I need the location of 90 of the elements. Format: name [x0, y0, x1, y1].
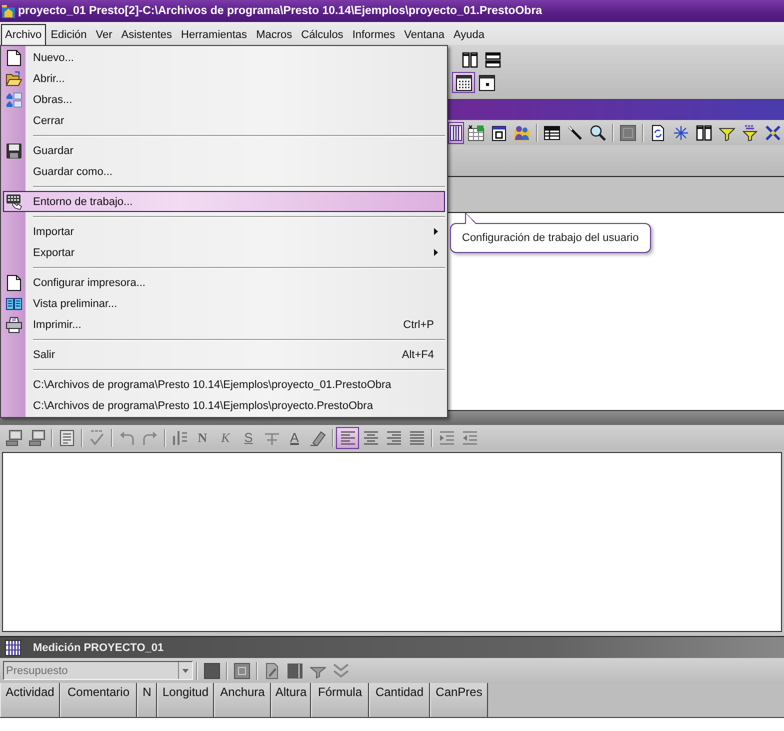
two-pages-icon	[6, 296, 22, 312]
menu-item[interactable]: Guardar	[3, 140, 445, 161]
column-header[interactable]: Anchura	[214, 683, 271, 717]
justify-icon	[408, 430, 424, 446]
buildings-icon	[6, 92, 22, 108]
column-header[interactable]: Cantidad	[369, 683, 430, 717]
people-icon	[514, 124, 530, 140]
window-title: proyecto_01 Presto[2]-C:\Archivos de programa\Presto 10.14\Ejemplos\proyecto_01.PrestoObra	[18, 5, 542, 17]
font-size-icon	[172, 430, 188, 446]
menu-item[interactable]: Abrir...	[3, 68, 445, 89]
menu-item[interactable]: Nuevo...	[3, 47, 445, 68]
square-icon	[204, 662, 220, 678]
menu-item[interactable]: Salir Alt+F4	[3, 344, 445, 365]
table-icon	[544, 124, 560, 140]
undo-icon	[118, 430, 134, 446]
menu-bar-item[interactable]: Herramientas	[177, 24, 252, 45]
caret-icon	[182, 668, 189, 672]
computer-icon	[6, 430, 22, 446]
column-header[interactable]: Fórmula	[311, 683, 369, 717]
edit-document-icon	[264, 662, 280, 678]
menu-item[interactable]: Cerrar	[3, 110, 445, 131]
menu-item[interactable]: Imprimir... Ctrl+P	[3, 314, 445, 335]
menu-bar-item[interactable]: Informes	[348, 24, 400, 45]
align-right-icon	[386, 430, 402, 446]
window-icon	[478, 74, 494, 90]
folder-icon	[6, 70, 22, 86]
menu-bar-item[interactable]: Ayuda	[449, 24, 488, 45]
two-columns-icon	[696, 124, 712, 140]
toolbar-button[interactable]	[452, 72, 475, 93]
column-header[interactable]: CanPres	[430, 683, 488, 717]
square-tile-icon	[620, 124, 636, 140]
menu-item[interactable]: Entorno de trabajo...	[3, 191, 445, 212]
submenu-arrow-icon	[434, 249, 438, 256]
menu-item[interactable]: Configurar impresora...	[3, 272, 445, 293]
menu-item[interactable]: Importar	[3, 221, 445, 242]
panel-title: Medición PROYECTO_01	[33, 642, 164, 654]
keyboard-icon	[6, 194, 22, 210]
two-rows-icon	[484, 52, 500, 68]
spreadsheet-icon	[468, 124, 484, 140]
indent-icon	[438, 430, 454, 446]
menu-bar-item[interactable]: Macros	[252, 24, 296, 45]
page-icon	[6, 50, 22, 66]
page-icon	[6, 274, 22, 290]
align-center-icon	[362, 430, 378, 446]
shortcut-label: Alt+F4	[402, 348, 434, 360]
document-refresh-icon	[650, 124, 666, 140]
highlighter-icon	[310, 430, 326, 446]
menu-bar-item[interactable]: Archivo	[1, 24, 46, 45]
menu-item[interactable]: Guardar como...	[3, 161, 445, 182]
column-bars-icon	[450, 124, 462, 140]
app-icon	[2, 4, 15, 18]
column-header[interactable]: Altura	[271, 683, 311, 717]
document-icon	[58, 430, 74, 446]
grid-icon	[5, 640, 21, 656]
cross-icon	[764, 124, 780, 140]
menu-item[interactable]: C:\Archivos de programa\Presto 10.14\Ejemplos\proyecto_01.PrestoObra	[3, 374, 445, 395]
panel-icon	[286, 662, 302, 678]
column-header[interactable]: Actividad	[0, 683, 60, 717]
spellcheck-icon	[88, 430, 104, 446]
search-icon	[590, 124, 606, 140]
column-header[interactable]: Comentario	[60, 683, 137, 717]
printer-icon	[6, 316, 22, 332]
double-chevron-icon	[332, 662, 348, 678]
computer-icon	[28, 430, 44, 446]
column-header[interactable]: N	[137, 683, 157, 717]
menu-bar-item[interactable]: Ventana	[400, 24, 448, 45]
toolbar-button[interactable]	[448, 122, 464, 144]
spelling-filter-icon	[742, 124, 758, 140]
column-header[interactable]: Longitud	[157, 683, 214, 717]
shortcut-label: Ctrl+P	[403, 318, 434, 330]
tooltip: Configuración de trabajo del usuario	[450, 212, 651, 253]
menu-item[interactable]: C:\Archivos de programa\Presto 10.14\Ejemplos\proyecto.PrestoObra	[3, 395, 445, 416]
menu-item[interactable]: Exportar	[3, 242, 445, 263]
submenu-arrow-icon	[434, 228, 438, 235]
wand-icon	[566, 124, 582, 140]
asterisk-icon	[672, 124, 688, 140]
align-left-icon	[340, 430, 356, 446]
menu-bar-item[interactable]: Cálculos	[297, 24, 348, 45]
menu-bar-item[interactable]: Ver	[92, 24, 116, 45]
outdent-icon	[462, 430, 478, 446]
two-columns-icon	[462, 52, 478, 68]
toolbar-button[interactable]: A	[283, 426, 306, 448]
menu-item[interactable]: Vista preliminar...	[3, 293, 445, 314]
menu-bar-item[interactable]: Edición	[46, 24, 91, 45]
redo-icon	[142, 430, 158, 446]
calendar-grid-icon	[456, 74, 472, 90]
window-icon	[234, 662, 250, 678]
calendar-icon	[490, 124, 506, 140]
menu-item[interactable]: Obras...	[3, 89, 445, 110]
menu-bar-item[interactable]: Asistentes	[117, 24, 176, 45]
